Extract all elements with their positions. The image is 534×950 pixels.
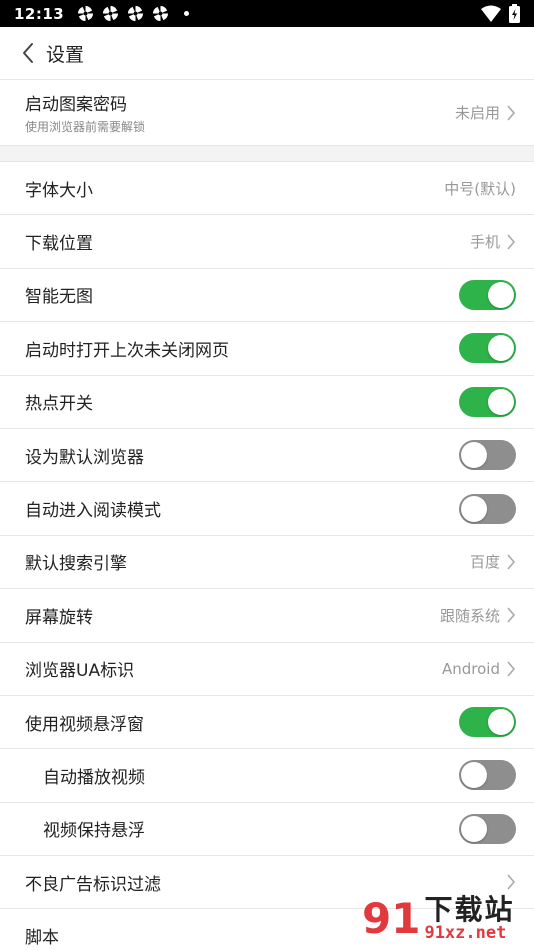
setting-label: 屏幕旋转 (25, 607, 93, 628)
page-title: 设置 (46, 43, 85, 66)
setting-download-location[interactable]: 下载位置 手机 (0, 215, 534, 269)
setting-default-search-engine[interactable]: 默认搜索引擎 百度 (0, 535, 534, 590)
toggle-switch[interactable] (459, 493, 516, 524)
toggle-switch[interactable] (459, 760, 516, 791)
setting-keep-video-floating[interactable]: 视频保持悬浮 (0, 802, 534, 857)
watermark-logo: 91 (362, 894, 421, 943)
setting-value: 中号(默认) (444, 178, 516, 199)
pinwheel-icon (78, 5, 94, 22)
setting-font-size[interactable]: 字体大小 中号(默认) (0, 162, 534, 216)
setting-auto-reader-mode[interactable]: 自动进入阅读模式 (0, 482, 534, 536)
setting-label: 默认搜索引擎 (25, 554, 127, 575)
pinwheel-icon (103, 5, 119, 22)
toggle-knob (461, 815, 487, 842)
setting-label: 智能无图 (25, 287, 93, 308)
toggle-knob (488, 709, 514, 736)
section-divider (0, 146, 534, 162)
toggle-switch[interactable] (459, 440, 516, 471)
setting-label: 不良广告标识过滤 (25, 874, 161, 895)
settings-list: 字体大小 中号(默认) 下载位置 手机智能无图启动时打开上次未关闭网页 热点开关设为默认… (0, 162, 534, 950)
watermark-text: 下载站 91xz.net (424, 895, 514, 942)
pattern-lock-value-text: 未启用 (454, 104, 500, 122)
setting-value: Android (442, 660, 516, 678)
toggle-knob (488, 335, 514, 362)
chevron-right-icon (507, 874, 516, 890)
toggle-switch[interactable] (459, 813, 516, 844)
top-bar: 设置 (0, 27, 534, 80)
watermark-en: 91xz.net (424, 922, 507, 943)
toggle-knob (461, 442, 487, 469)
chevron-right-icon (507, 104, 516, 121)
toggle-switch[interactable] (459, 707, 516, 738)
toggle-knob (461, 762, 487, 789)
setting-browser-ua[interactable]: 浏览器UA标识 Android (0, 642, 534, 696)
setting-value: 手机 (470, 231, 516, 252)
battery-charging-icon (509, 4, 520, 23)
setting-label: 浏览器UA标识 (25, 661, 135, 682)
setting-smart-no-image[interactable]: 智能无图 (0, 268, 534, 323)
setting-label: 热点开关 (25, 394, 93, 415)
back-arrow-icon (23, 43, 33, 63)
notification-icons (76, 4, 190, 23)
setting-screen-rotation[interactable]: 屏幕旋转 跟随系统 (0, 589, 534, 643)
toggle-knob (488, 281, 514, 308)
more-notifications-dot (184, 11, 190, 16)
setting-value-text: 百度 (469, 553, 500, 572)
setting-label: 自动进入阅读模式 (25, 501, 161, 522)
chevron-right-icon (507, 234, 516, 250)
pattern-lock-sublabel: 使用浏览器前需要解锁 (25, 120, 146, 134)
setting-value: 百度 (470, 551, 516, 572)
setting-value-text: 中号(默认) (444, 179, 516, 198)
watermark-cn: 下载站 (424, 893, 515, 927)
setting-label: 设为默认浏览器 (25, 447, 144, 468)
setting-value-text: 跟随系统 (439, 606, 500, 625)
chevron-right-icon (507, 554, 516, 570)
pattern-lock-value: 未启用 (455, 102, 516, 123)
setting-pattern-lock[interactable]: 启动图案密码 使用浏览器前需要解锁 未启用 (0, 80, 534, 146)
setting-label: 脚本 (25, 928, 59, 949)
setting-label: 视频保持悬浮 (43, 821, 145, 842)
pinwheel-icon (153, 5, 169, 22)
setting-hotspot-switch[interactable]: 热点开关 (0, 375, 534, 429)
setting-floating-video[interactable]: 使用视频悬浮窗 (0, 695, 534, 750)
site-watermark: 91 下载站 91xz.net (362, 890, 532, 948)
setting-default-browser[interactable]: 设为默认浏览器 (0, 428, 534, 483)
pattern-lock-texts: 启动图案密码 使用浏览器前需要解锁 (25, 90, 145, 135)
toggle-switch[interactable] (459, 333, 516, 364)
chevron-right-icon (507, 661, 516, 677)
pattern-lock-label: 启动图案密码 (25, 95, 127, 115)
status-bar: 12:13 (0, 0, 534, 27)
setting-autoplay-video[interactable]: 自动播放视频 (0, 749, 534, 803)
setting-value: 跟随系统 (440, 605, 516, 626)
status-time: 12:13 (14, 4, 65, 23)
setting-label: 下载位置 (25, 234, 93, 255)
setting-value-text: Android (442, 659, 500, 678)
toggle-knob (461, 495, 487, 522)
toggle-switch[interactable] (459, 386, 516, 417)
setting-label: 启动时打开上次未关闭网页 (25, 340, 229, 361)
toggle-knob (488, 388, 514, 415)
setting-value-text: 手机 (469, 233, 500, 252)
toggle-switch[interactable] (459, 279, 516, 310)
setting-label: 使用视频悬浮窗 (25, 714, 144, 735)
setting-value (500, 874, 516, 890)
chevron-right-icon (507, 607, 516, 623)
setting-restore-tabs[interactable]: 启动时打开上次未关闭网页 (0, 322, 534, 376)
wifi-icon (481, 5, 501, 22)
back-button[interactable] (16, 41, 40, 65)
status-right-icons (481, 4, 520, 23)
pinwheel-icon (128, 5, 144, 22)
setting-label: 字体大小 (25, 180, 93, 201)
setting-label: 自动播放视频 (43, 767, 145, 788)
